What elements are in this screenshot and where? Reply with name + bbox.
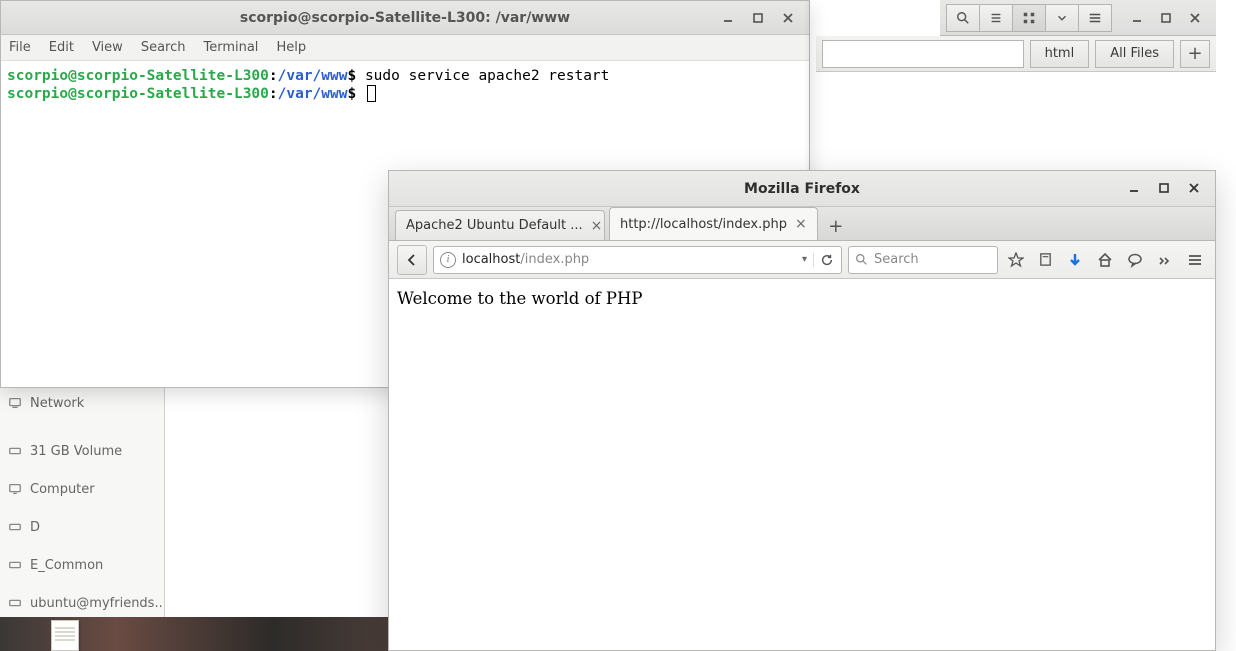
firefox-right-icons [1004, 252, 1207, 268]
terminal-menubar: File Edit View Search Terminal Help [1, 35, 809, 61]
file-manager-pathbar: html All Files + [816, 36, 1216, 72]
sidebar-item-network[interactable]: Network [0, 384, 164, 422]
tab-label: Apache2 Ubuntu Default ... [406, 218, 583, 233]
chevron-down-icon[interactable] [1045, 4, 1079, 32]
close-icon[interactable]: × [591, 218, 603, 234]
terminal-title: scorpio@scorpio-Satellite-L300: /var/www [240, 10, 570, 26]
back-button[interactable] [397, 245, 427, 275]
pocket-icon[interactable] [1038, 252, 1053, 267]
new-tab-button[interactable]: + [822, 212, 850, 240]
close-icon[interactable] [1180, 4, 1210, 32]
sidebar-item-computer[interactable]: Computer [0, 470, 164, 508]
hamburger-menu-icon[interactable] [1078, 4, 1112, 32]
sidebar-item-label: 31 GB Volume [30, 444, 122, 459]
minimize-icon[interactable] [1122, 4, 1152, 32]
search-bar[interactable]: Search [848, 246, 998, 274]
menu-file[interactable]: File [9, 40, 31, 55]
menu-terminal[interactable]: Terminal [203, 40, 258, 55]
maximize-icon[interactable] [743, 5, 773, 31]
tab-apache[interactable]: Apache2 Ubuntu Default ... × [395, 210, 605, 240]
close-icon[interactable]: × [795, 216, 807, 232]
firefox-title: Mozilla Firefox [744, 181, 860, 197]
sidebar-item-volume[interactable]: 31 GB Volume [0, 432, 164, 470]
close-icon[interactable] [773, 5, 803, 31]
terminal-command: sudo service apache2 restart [365, 68, 609, 84]
downloads-icon[interactable] [1067, 252, 1083, 268]
bookmark-star-icon[interactable] [1008, 252, 1024, 268]
firefox-toolbar: i localhost/index.php ▾ Search [389, 241, 1215, 279]
sidebar-item-label: D [30, 520, 40, 535]
sidebar-item-label: Network [30, 396, 84, 411]
file-manager-toolbar [940, 0, 1216, 36]
home-icon[interactable] [1097, 252, 1113, 268]
chat-icon[interactable] [1127, 252, 1143, 268]
maximize-icon[interactable] [1149, 175, 1179, 201]
firefox-page-content: Welcome to the world of PHP [389, 279, 1215, 650]
prompt-path: /var/www [278, 68, 348, 84]
prompt-user: scorpio@scorpio-Satellite-L300 [7, 68, 269, 84]
tab-localhost[interactable]: http://localhost/index.php × [609, 207, 818, 240]
menu-view[interactable]: View [92, 40, 123, 55]
sidebar-item-label: E_Common [30, 558, 103, 573]
overflow-icon[interactable] [1157, 252, 1173, 268]
tab-label: http://localhost/index.php [620, 217, 787, 232]
terminal-line: scorpio@scorpio-Satellite-L300:/var/www$ [7, 85, 803, 103]
filter-allfiles-button[interactable]: All Files [1095, 40, 1174, 68]
menu-help[interactable]: Help [276, 40, 306, 55]
prompt-user: scorpio@scorpio-Satellite-L300 [7, 86, 269, 102]
hamburger-menu-icon[interactable] [1187, 252, 1203, 268]
firefox-tabstrip: Apache2 Ubuntu Default ... × http://loca… [389, 207, 1215, 241]
menu-edit[interactable]: Edit [49, 40, 74, 55]
firefox-window: Mozilla Firefox Apache2 Ubuntu Default .… [388, 170, 1216, 651]
chevron-down-icon[interactable]: ▾ [802, 254, 807, 265]
reload-icon[interactable] [813, 253, 835, 267]
terminal-titlebar[interactable]: scorpio@scorpio-Satellite-L300: /var/www [1, 1, 809, 35]
menu-search[interactable]: Search [141, 40, 186, 55]
maximize-icon[interactable] [1151, 4, 1181, 32]
url-host: localhost [462, 252, 520, 267]
filter-html-button[interactable]: html [1030, 40, 1090, 68]
terminal-cursor [367, 85, 376, 102]
add-button[interactable]: + [1180, 40, 1210, 68]
sidebar-item-ecommon[interactable]: E_Common [0, 546, 164, 584]
search-icon [855, 253, 868, 266]
minimize-icon[interactable] [713, 5, 743, 31]
url-bar[interactable]: i localhost/index.php ▾ [433, 246, 842, 274]
url-path: /index.php [520, 252, 589, 267]
desktop-file-icon[interactable] [51, 620, 79, 651]
search-placeholder: Search [874, 252, 919, 267]
close-icon[interactable] [1179, 175, 1209, 201]
site-info-icon[interactable]: i [440, 252, 456, 268]
search-icon[interactable] [946, 4, 980, 32]
minimize-icon[interactable] [1119, 175, 1149, 201]
list-view-icon[interactable] [979, 4, 1013, 32]
page-text: Welcome to the world of PHP [397, 289, 642, 308]
firefox-titlebar[interactable]: Mozilla Firefox [389, 171, 1215, 207]
path-input[interactable] [822, 40, 1024, 68]
sidebar-item-label: Computer [30, 482, 95, 497]
grid-view-icon[interactable] [1012, 4, 1046, 32]
sidebar-item-d[interactable]: D [0, 508, 164, 546]
prompt-path: /var/www [278, 86, 348, 102]
terminal-line: scorpio@scorpio-Satellite-L300:/var/www$… [7, 67, 803, 85]
sidebar-item-label: ubuntu@myfriends... [30, 596, 164, 611]
